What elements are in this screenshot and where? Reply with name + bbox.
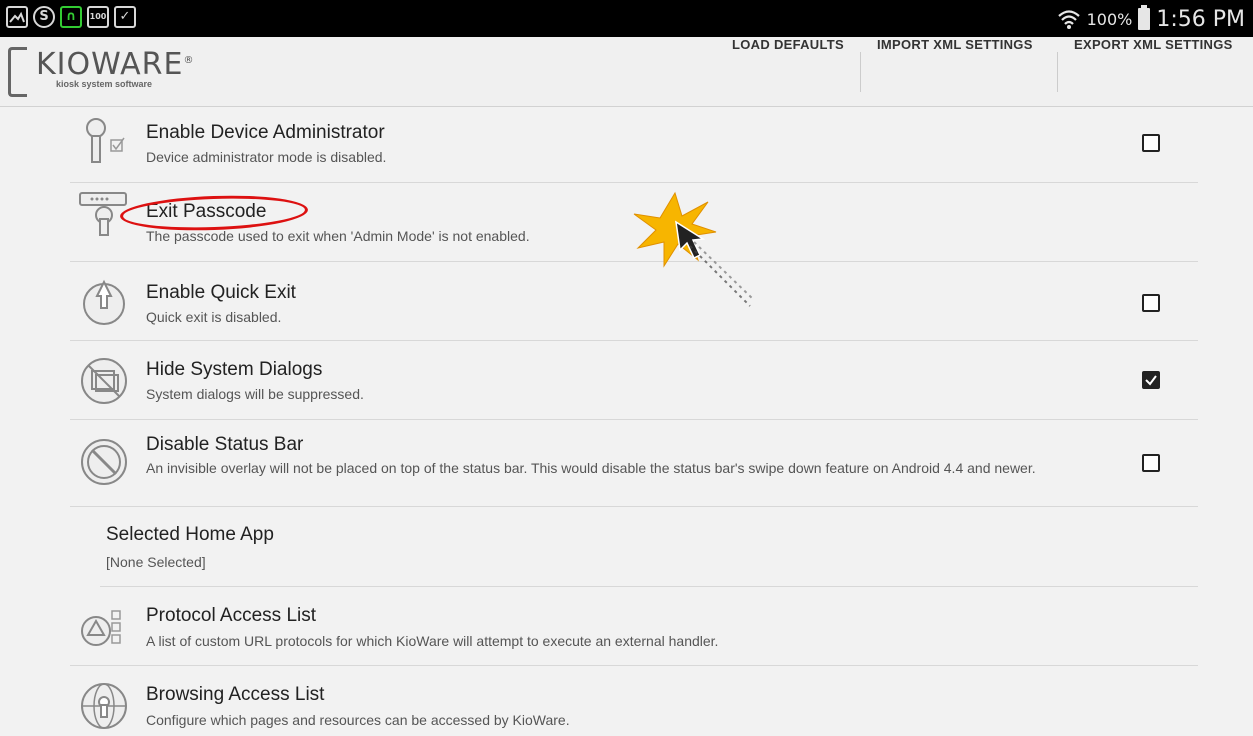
action-divider: [1057, 52, 1058, 92]
setting-subtitle: System dialogs will be suppressed.: [146, 386, 364, 402]
setting-title: Disable Status Bar: [146, 434, 304, 455]
wifi-icon: [1057, 10, 1080, 29]
logo-bracket: [8, 47, 27, 97]
setting-enable-device-administrator[interactable]: Enable Device Administrator Device admin…: [70, 106, 1198, 183]
setting-subtitle: [None Selected]: [106, 554, 206, 570]
power-exit-icon: [83, 279, 125, 325]
key-check-icon: [86, 118, 125, 163]
click-cursor-annotation: [633, 191, 755, 307]
logo-tagline: kiosk system software: [56, 79, 153, 89]
battery-icon: [1138, 5, 1151, 30]
setting-title: Hide System Dialogs: [146, 359, 323, 380]
export-xml-settings-button[interactable]: EXPORT XML SETTINGS: [1074, 37, 1233, 106]
status-bar-right: 100% 1:56 PM: [1057, 4, 1245, 34]
setting-title: Enable Device Administrator: [146, 122, 385, 143]
setting-title: Browsing Access List: [146, 684, 325, 705]
setting-browsing-access-list[interactable]: Browsing Access List Configure which pag…: [70, 666, 1198, 736]
setting-subtitle: Device administrator mode is disabled.: [146, 149, 387, 165]
status-bar: S ∩ 100 ✓ 100% 1:56 PM: [0, 0, 1253, 37]
gallery-icon: [6, 6, 28, 28]
battery-100-icon: 100: [87, 6, 109, 28]
disable-status-bar-checkbox[interactable]: [1142, 454, 1160, 472]
starburst-icon: [633, 191, 717, 268]
check-icon: [1145, 375, 1157, 386]
setting-subtitle: A list of custom URL protocols for which…: [146, 633, 719, 649]
device-admin-checkbox[interactable]: [1142, 134, 1160, 152]
logo-wordmark: KIOWARE®: [36, 47, 194, 82]
arrow-cursor-icon: [675, 220, 755, 307]
logo-text: KIOWARE: [36, 47, 184, 82]
action-bar: KIOWARE® kiosk system software LOAD DEFA…: [0, 37, 1253, 107]
hide-system-dialogs-checkbox[interactable]: [1142, 371, 1160, 389]
import-xml-settings-button[interactable]: IMPORT XML SETTINGS: [877, 37, 1033, 106]
browsing-lock-icon: [81, 683, 127, 729]
setting-title: Enable Quick Exit: [146, 282, 296, 303]
logo-registered: ®: [183, 55, 195, 66]
protocol-list-icon: [81, 610, 121, 646]
kioware-logo: KIOWARE® kiosk system software: [8, 45, 198, 97]
setting-hide-system-dialogs[interactable]: Hide System Dialogs System dialogs will …: [70, 341, 1198, 420]
action-divider: [860, 52, 861, 92]
hide-dialogs-icon: [81, 358, 127, 404]
load-defaults-button[interactable]: LOAD DEFAULTS: [732, 37, 844, 106]
setting-subtitle: Quick exit is disabled.: [146, 309, 282, 325]
s-icon: S: [33, 6, 55, 28]
setting-subtitle: Configure which pages and resources can …: [146, 712, 570, 728]
quick-exit-checkbox[interactable]: [1142, 294, 1160, 312]
setting-subtitle: An invisible overlay will not be placed …: [146, 460, 1036, 476]
setting-selected-home-app[interactable]: Selected Home App [None Selected]: [100, 507, 1198, 587]
setting-protocol-access-list[interactable]: Protocol Access List A list of custom UR…: [70, 587, 1198, 666]
no-status-bar-icon: [81, 439, 127, 485]
setting-disable-status-bar[interactable]: Disable Status Bar An invisible overlay …: [70, 420, 1198, 507]
setting-title: Protocol Access List: [146, 605, 317, 626]
setting-title: Selected Home App: [106, 524, 274, 545]
battery-percent: 100%: [1086, 9, 1133, 29]
headset-icon: ∩: [60, 6, 82, 28]
clock-time: 1:56 PM: [1156, 6, 1245, 32]
clipboard-check-icon: ✓: [114, 6, 136, 28]
